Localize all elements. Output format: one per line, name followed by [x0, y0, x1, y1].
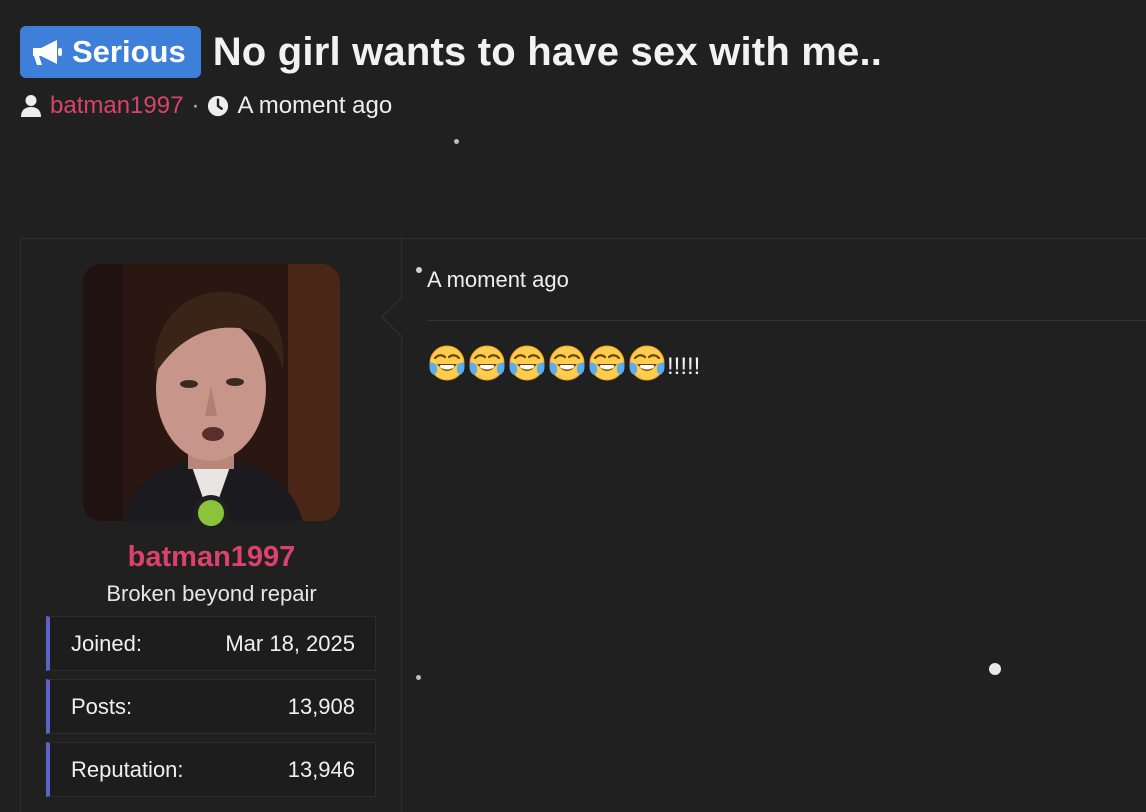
- stat-label: Reputation:: [71, 756, 184, 782]
- post: batman1997 Broken beyond repair Joined: …: [20, 238, 1146, 812]
- prefix-badge[interactable]: Serious: [20, 26, 201, 78]
- thread-time[interactable]: A moment ago: [237, 92, 392, 120]
- stat-label: Posts:: [71, 693, 133, 719]
- user-stats: Joined: Mar 18, 2025 Posts: 13,908 Reput…: [46, 616, 376, 805]
- thread-meta: batman1997 · A moment ago: [20, 92, 1146, 120]
- face-with-tears-of-joy-icon: [427, 343, 467, 383]
- message-divider: [427, 320, 1146, 321]
- snow-particle: [416, 267, 422, 273]
- thread-author-link[interactable]: batman1997: [50, 92, 183, 120]
- message-pointer: [381, 295, 404, 339]
- stat-posts: Posts: 13,908: [46, 679, 376, 734]
- post-user-panel: batman1997 Broken beyond repair Joined: …: [21, 239, 402, 812]
- face-with-tears-of-joy-icon: [467, 343, 507, 383]
- face-with-tears-of-joy-icon: [507, 343, 547, 383]
- post-time[interactable]: A moment ago: [427, 267, 569, 293]
- post-message-area: A moment ago !!!!!: [381, 239, 1146, 812]
- thread-title: No girl wants to have sex with me..: [212, 29, 883, 74]
- user-title: Broken beyond repair: [106, 581, 317, 606]
- face-with-tears-of-joy-icon: [547, 343, 587, 383]
- snow-particle: [989, 663, 1001, 675]
- face-with-tears-of-joy-icon: [587, 343, 627, 383]
- prefix-label: Serious: [72, 34, 186, 69]
- stat-value: 13,946: [287, 756, 355, 782]
- user-icon: [20, 94, 42, 118]
- snow-particle: [454, 139, 459, 144]
- post-body-text: !!!!!: [667, 352, 701, 380]
- thread-header: Serious No girl wants to have sex with m…: [20, 26, 1146, 120]
- stat-reputation: Reputation: 13,946: [46, 742, 376, 797]
- post-username[interactable]: batman1997: [21, 541, 402, 574]
- post-body: !!!!!: [427, 343, 700, 390]
- meta-separator: ·: [191, 92, 200, 119]
- emoji-row: [427, 343, 667, 390]
- clock-icon: [207, 94, 229, 118]
- stat-value: 13,908: [287, 693, 355, 719]
- stat-joined: Joined: Mar 18, 2025: [46, 616, 376, 671]
- face-with-tears-of-joy-icon: [627, 343, 667, 383]
- avatar[interactable]: [83, 264, 340, 521]
- megaphone-icon: [31, 37, 65, 67]
- stat-label: Joined:: [71, 630, 142, 656]
- title-row: Serious No girl wants to have sex with m…: [20, 26, 1146, 78]
- online-status-indicator: [193, 495, 229, 531]
- snow-particle: [416, 675, 421, 680]
- stat-value: Mar 18, 2025: [225, 630, 355, 656]
